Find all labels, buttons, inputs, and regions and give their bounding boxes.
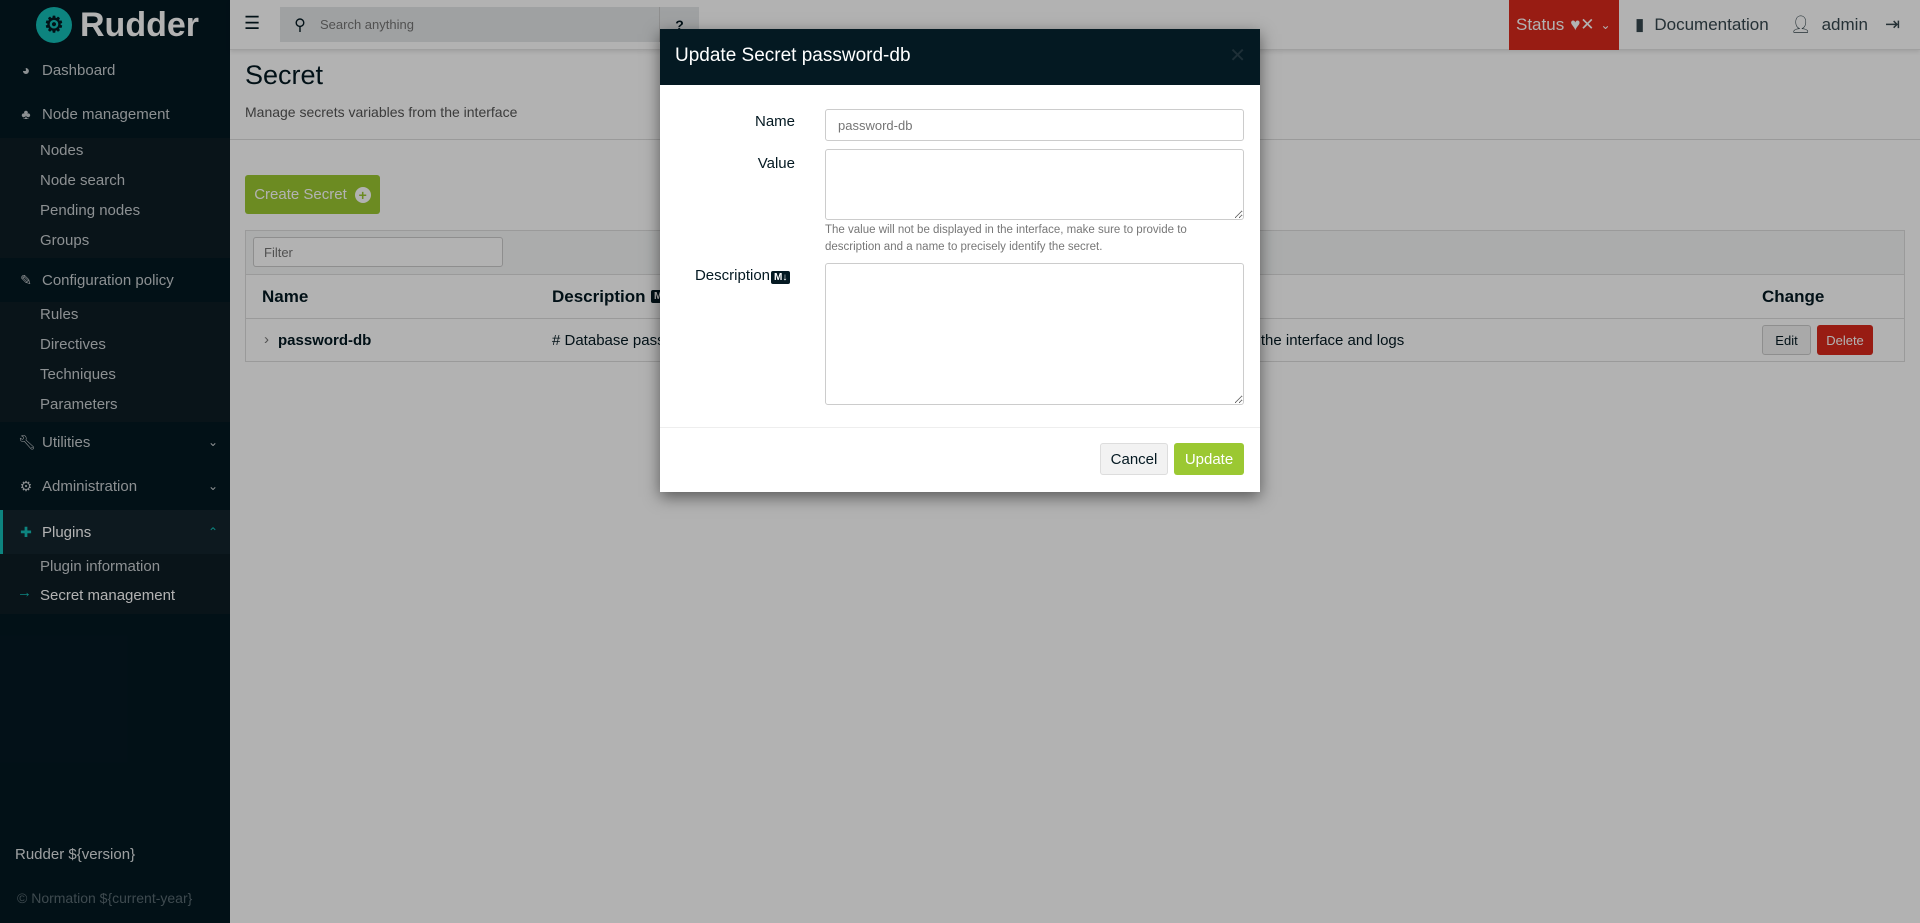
description-label: Description [694, 267, 770, 284]
value-textarea[interactable] [825, 149, 1244, 220]
markdown-icon: M↓ [771, 271, 791, 284]
description-textarea[interactable] [825, 263, 1244, 405]
modal-title: Update Secret password-db [675, 45, 911, 66]
update-secret-modal: Update Secret password-db ✕ Name Value T… [660, 29, 1260, 492]
value-label: Value [757, 155, 795, 172]
modal-footer-divider [660, 427, 1260, 428]
name-input[interactable] [825, 109, 1244, 141]
cancel-button[interactable]: Cancel [1100, 443, 1168, 475]
modal-header: Update Secret password-db ✕ [660, 29, 1260, 85]
value-help-text: The value will not be displayed in the i… [825, 224, 1187, 253]
update-button[interactable]: Update [1174, 443, 1244, 475]
name-label: Name [754, 113, 795, 130]
close-icon[interactable]: ✕ [1229, 43, 1246, 68]
